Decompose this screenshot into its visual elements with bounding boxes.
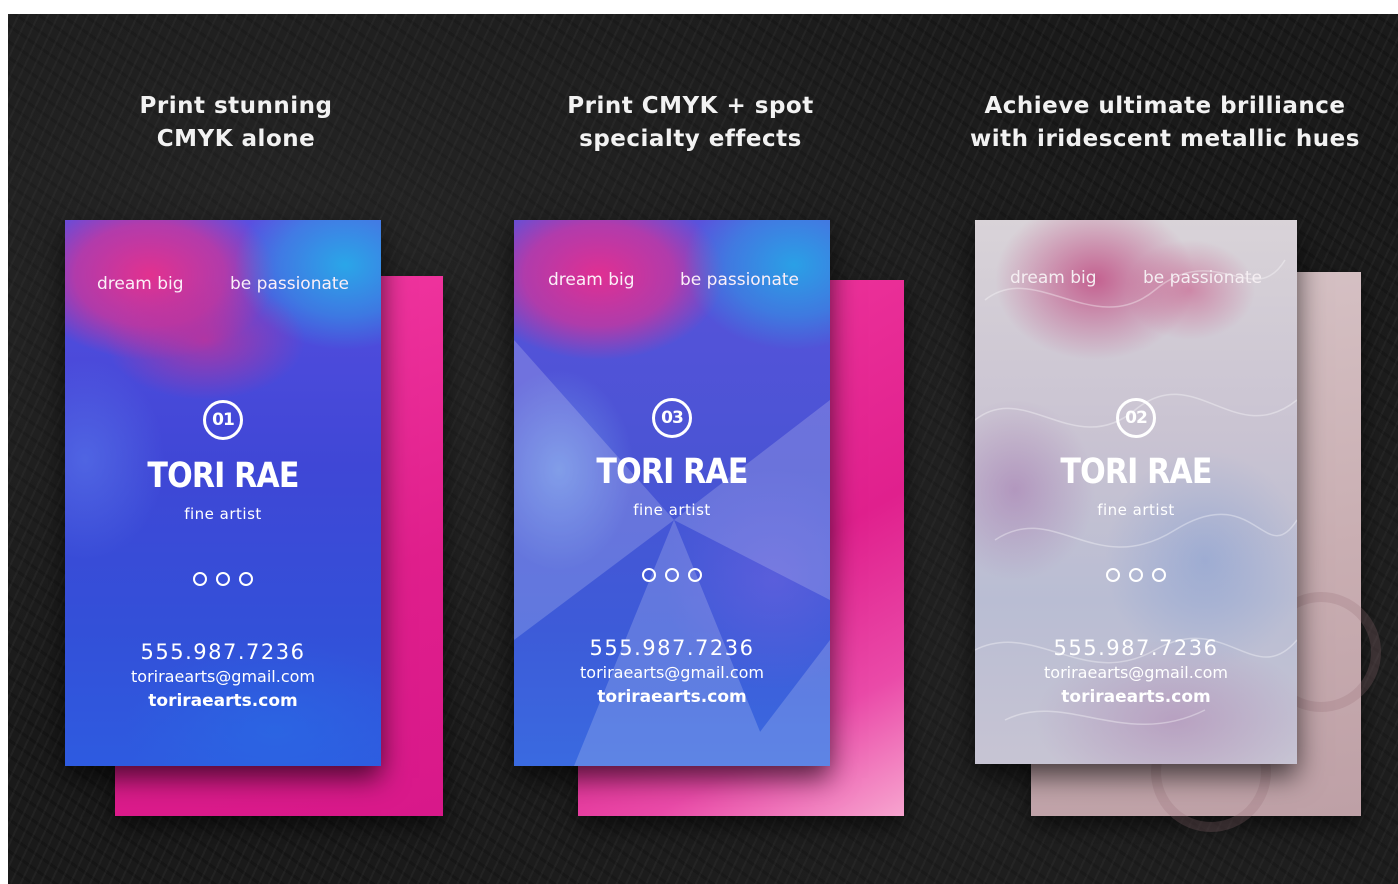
- tagline-right: be passionate: [1143, 268, 1263, 288]
- card-name: TORI RAE: [596, 452, 748, 492]
- business-card-spot: dream big be passionate 03 TORI RAE fine…: [514, 220, 830, 766]
- dots-ornament: [65, 572, 381, 586]
- dots-ornament: [975, 568, 1297, 582]
- tagline-right: be passionate: [680, 270, 800, 290]
- card-phone: 555.987.7236: [140, 640, 306, 664]
- circle-icon: [1106, 568, 1120, 582]
- card-phone: 555.987.7236: [1053, 636, 1219, 660]
- card-role: fine artist: [1097, 501, 1175, 519]
- card-website: toriraearts.com: [597, 687, 747, 707]
- card-email: toriraearts@gmail.com: [131, 667, 315, 686]
- heading-line: Achieve ultimate brilliance: [984, 93, 1346, 119]
- contour-pattern: [975, 259, 1297, 725]
- card-role: fine artist: [184, 505, 262, 523]
- tagline-left: dream big: [1010, 268, 1097, 288]
- textured-black-background: Print stunning CMYK alone Print CMYK + s…: [8, 14, 1398, 884]
- card-email: toriraearts@gmail.com: [580, 663, 764, 682]
- tagline-right: be passionate: [230, 274, 350, 294]
- heading-metallic: Achieve ultimate brilliance with iridesc…: [970, 90, 1360, 156]
- circle-icon: [216, 572, 230, 586]
- circle-icon: [1129, 568, 1143, 582]
- circle-icon: [688, 568, 702, 582]
- heading-cmyk: Print stunning CMYK alone: [111, 90, 361, 156]
- circle-icon: [642, 568, 656, 582]
- tagline-left: dream big: [548, 270, 635, 290]
- number-badge: 02: [1116, 398, 1156, 438]
- card-phone: 555.987.7236: [589, 636, 755, 660]
- tagline-left: dream big: [97, 274, 184, 294]
- heading-line: specialty effects: [579, 126, 802, 152]
- geometric-pattern: [514, 340, 830, 766]
- dots-ornament: [514, 568, 830, 582]
- card-website: toriraearts.com: [1061, 687, 1211, 707]
- heading-line: CMYK alone: [156, 126, 316, 152]
- heading-spot: Print CMYK + spot specialty effects: [553, 90, 828, 156]
- card-name: TORI RAE: [1060, 452, 1212, 492]
- heading-line: Print CMYK + spot: [567, 93, 814, 119]
- number-badge: 03: [652, 398, 692, 438]
- card-role: fine artist: [633, 501, 711, 519]
- heading-line: with iridescent metallic hues: [970, 126, 1360, 152]
- card-email: toriraearts@gmail.com: [1044, 663, 1228, 682]
- circle-icon: [1152, 568, 1166, 582]
- card-name: TORI RAE: [147, 456, 299, 496]
- business-card-metallic: dream big be passionate 02 TORI RAE fine…: [975, 220, 1297, 764]
- heading-line: Print stunning: [139, 93, 333, 119]
- circle-icon: [665, 568, 679, 582]
- circle-icon: [239, 572, 253, 586]
- business-card-cmyk: dream big be passionate 01 TORI RAE fine…: [65, 220, 381, 766]
- card-website: toriraearts.com: [148, 691, 298, 711]
- number-badge: 01: [203, 400, 243, 440]
- circle-icon: [193, 572, 207, 586]
